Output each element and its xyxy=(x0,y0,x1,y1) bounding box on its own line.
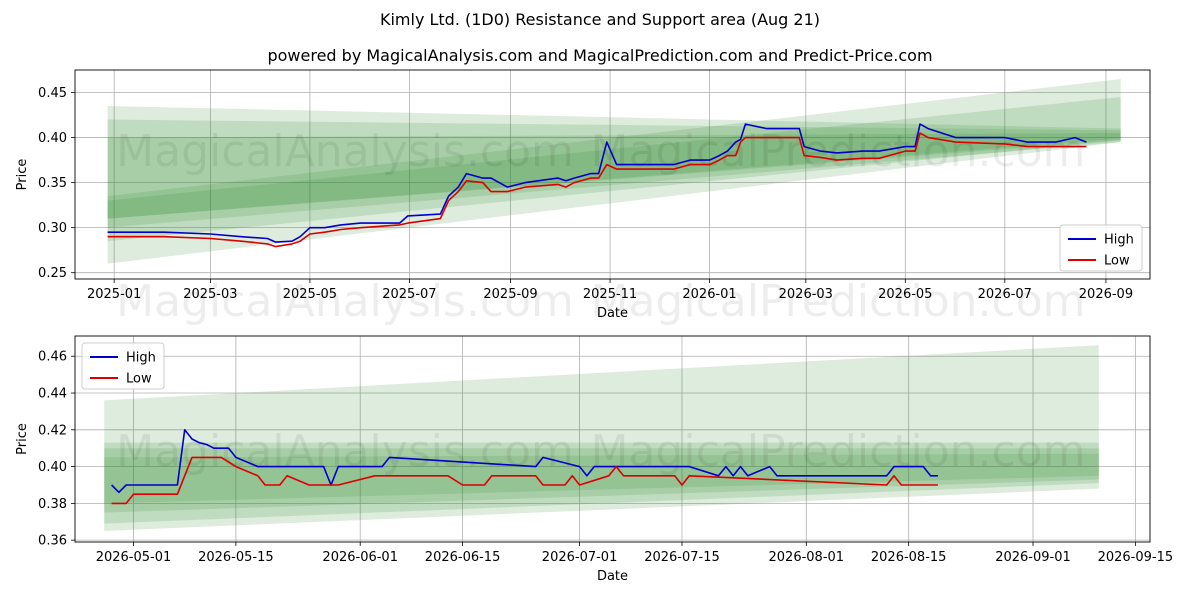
y-axis-label: Price xyxy=(15,159,30,191)
y-tick-label: 0.42 xyxy=(38,423,67,438)
y-tick-label: 0.40 xyxy=(38,131,67,146)
y-tick-label: 0.44 xyxy=(38,387,67,402)
x-axis-label: Date xyxy=(597,306,628,321)
y-tick-label: 0.30 xyxy=(38,221,67,236)
top-chart-panel: 2025-01 2025-03 2025-05 2025-07 2025-09 2025-… xyxy=(15,69,1151,327)
y-tick-label: 0.45 xyxy=(38,86,67,101)
legend-label-high: High xyxy=(1104,233,1134,248)
y-tick-label: 0.35 xyxy=(38,176,67,191)
x-axis-label: Date xyxy=(597,569,628,584)
legend-label-low: Low xyxy=(126,372,152,387)
chart-subtitle: powered by MagicalAnalysis.com and Magic… xyxy=(267,46,932,65)
x-tick-label: 2026-06-01 xyxy=(322,550,398,565)
watermark: MagicalAnalysis.com xyxy=(116,276,574,327)
watermark: MagicalPrediction.com xyxy=(591,276,1086,327)
x-tick-label: 2026-09-15 xyxy=(1098,550,1174,565)
x-tick-label: 2026-06-15 xyxy=(425,550,501,565)
y-tick-label: 0.38 xyxy=(38,497,67,512)
bottom-chart-panel: 2026-05-01 2026-05-15 2026-06-01 2026-06-15… xyxy=(15,335,1174,584)
y-tick-label: 0.46 xyxy=(38,350,67,365)
y-tick-label: 0.40 xyxy=(38,460,67,475)
watermark: MagicalAnalysis.com xyxy=(116,126,574,177)
legend-label-low: Low xyxy=(1104,254,1130,269)
chart-canvas: Kimly Ltd. (1D0) Resistance and Support … xyxy=(15,10,1174,584)
x-tick-label: 2026-09-01 xyxy=(995,550,1071,565)
y-tick-label: 0.25 xyxy=(38,266,67,281)
legend: High Low xyxy=(81,342,165,390)
legend-label-high: High xyxy=(126,351,156,366)
x-tick-label: 2026-05-15 xyxy=(198,550,274,565)
x-tick-label: 2026-07-15 xyxy=(644,550,720,565)
y-tick-label: 0.36 xyxy=(38,534,67,549)
chart-title: Kimly Ltd. (1D0) Resistance and Support … xyxy=(380,10,820,29)
watermark: MagicalPrediction.com xyxy=(591,426,1086,477)
y-axis-label: Price xyxy=(15,423,30,455)
x-tick-label: 2026-05-01 xyxy=(96,550,172,565)
x-tick-label: 2026-08-15 xyxy=(871,550,947,565)
x-tick-label: 2026-09 xyxy=(1079,287,1133,302)
x-tick-label: 2026-07-01 xyxy=(542,550,618,565)
legend: High Low xyxy=(1059,224,1143,272)
x-tick-label: 2026-08-01 xyxy=(769,550,845,565)
